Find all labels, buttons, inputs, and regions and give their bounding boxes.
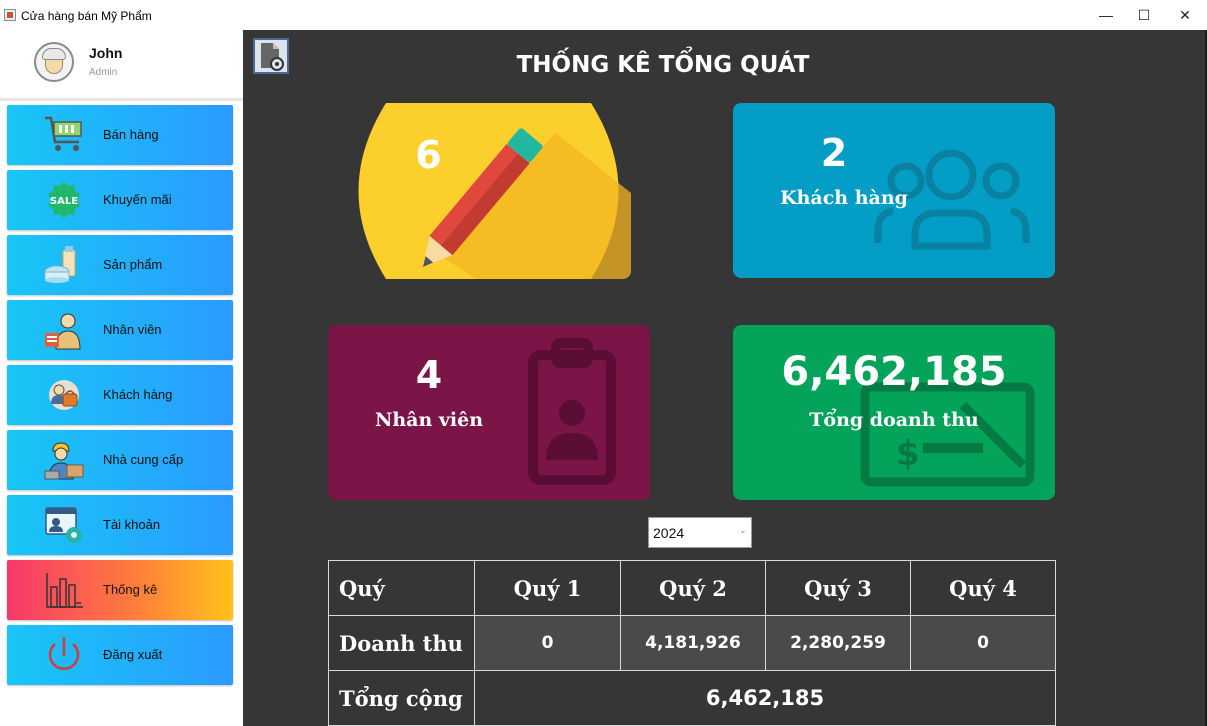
- svg-text:$: $: [896, 434, 920, 474]
- window-titlebar: Cửa hàng bán Mỹ Phẩm — ☐ ✕: [0, 0, 1207, 30]
- sidebar-item-san-pham[interactable]: Sản phẩm: [7, 235, 233, 295]
- table-row-label: Tổng cộng: [328, 670, 475, 726]
- account-settings-icon: [45, 507, 82, 543]
- sidebar-item-label: Khách hàng: [103, 387, 173, 402]
- sidebar-item-thong-ke[interactable]: Thống kê: [7, 560, 233, 620]
- maximize-button[interactable]: ☐: [1130, 4, 1158, 26]
- table-cell: 0: [474, 615, 621, 671]
- year-select-value: 2024: [653, 525, 685, 541]
- sidebar-item-label: Sản phẩm: [103, 257, 163, 272]
- table-row-label: Doanh thu: [328, 615, 475, 671]
- user-role: Admin: [89, 67, 118, 78]
- table-row: Tổng cộng 6,462,185: [328, 670, 1056, 726]
- sidebar-item-label: Nhà cung cấp: [103, 452, 184, 467]
- table-header-cell: Quý: [328, 560, 475, 616]
- table-header-row: Quý Quý 1 Quý 2 Quý 3 Quý 4: [328, 560, 1056, 616]
- table-cell: 4,181,926: [620, 615, 766, 671]
- employees-label: Nhân viên: [374, 409, 484, 431]
- chevron-down-icon: ⌄: [738, 525, 747, 536]
- table-header-cell: Quý 1: [474, 560, 621, 616]
- sidebar-item-nha-cung-cap[interactable]: Nhà cung cấp: [7, 430, 233, 490]
- customers-label: Khách hàng: [780, 187, 908, 209]
- card-orders: 6: [346, 103, 631, 279]
- avatar-hair-icon: [42, 48, 66, 60]
- card-customers: 2 Khách hàng: [733, 103, 1055, 278]
- page-title: THỐNG KÊ TỔNG QUÁT: [516, 52, 810, 78]
- sidebar-item-label: Khuyến mãi: [103, 192, 172, 207]
- card-employees: 4 Nhân viên: [328, 325, 650, 500]
- minimize-button[interactable]: —: [1092, 4, 1120, 26]
- sidebar-item-label: Tài khoản: [103, 517, 161, 532]
- avatar: [34, 42, 74, 82]
- table-cell: 2,280,259: [765, 615, 911, 671]
- sidebar-item-khuyen-mai[interactable]: SALE Khuyến mãi: [7, 170, 233, 230]
- sidebar: John Admin Bán hàng SALE Khuyến mãi Sản …: [0, 30, 243, 726]
- sidebar-item-nhan-vien[interactable]: Nhân viên: [7, 300, 233, 360]
- revenue-label: Tổng doanh thu: [809, 409, 979, 431]
- sidebar-item-dang-xuat[interactable]: Đăng xuất: [7, 625, 233, 685]
- pencil-icon: [358, 103, 631, 279]
- close-button[interactable]: ✕: [1171, 4, 1199, 26]
- sale-badge-icon: SALE: [48, 182, 80, 218]
- table-header-cell: Quý 3: [765, 560, 911, 616]
- quarterly-revenue-table: Quý Quý 1 Quý 2 Quý 3 Quý 4 Doanh thu 0 …: [328, 560, 1056, 726]
- sidebar-item-khach-hang[interactable]: Khách hàng: [7, 365, 233, 425]
- table-cell-total: 6,462,185: [474, 670, 1056, 726]
- java-app-icon: [4, 9, 16, 21]
- sidebar-item-label: Bán hàng: [103, 127, 159, 142]
- card-revenue: $ 6,462,185 Tổng doanh thu: [733, 325, 1055, 500]
- table-cell: 0: [910, 615, 1056, 671]
- power-icon: [48, 637, 80, 670]
- orders-count: 6: [415, 133, 442, 177]
- svg-text:SALE: SALE: [50, 196, 78, 207]
- employee-icon: [45, 313, 81, 350]
- customer-icon: [49, 380, 79, 410]
- user-name: John: [89, 45, 123, 61]
- cosmetics-icon: [44, 246, 76, 283]
- year-select[interactable]: 2024 ⌄: [648, 517, 752, 548]
- sidebar-item-label: Nhân viên: [103, 322, 162, 337]
- sidebar-item-label: Đăng xuất: [103, 647, 163, 662]
- table-row: Doanh thu 0 4,181,926 2,280,259 0: [328, 615, 1056, 671]
- shopping-cart-icon: [45, 116, 82, 151]
- sidebar-item-label: Thống kê: [103, 582, 158, 597]
- user-panel: John Admin: [0, 30, 243, 95]
- sidebar-item-ban-hang[interactable]: Bán hàng: [7, 105, 233, 165]
- bar-chart-icon: [46, 573, 83, 608]
- revenue-total: 6,462,185: [781, 349, 1007, 395]
- table-header-cell: Quý 4: [910, 560, 1056, 616]
- table-header-cell: Quý 2: [620, 560, 766, 616]
- statistics-panel: THỐNG KÊ TỔNG QUÁT 6 2 Khách hàng 4 Nhân…: [243, 30, 1207, 726]
- sidebar-item-tai-khoan[interactable]: Tài khoản: [7, 495, 233, 555]
- supplier-icon: [44, 442, 84, 480]
- employees-count: 4: [415, 353, 443, 397]
- sidebar-divider: [0, 98, 243, 101]
- window-title: Cửa hàng bán Mỹ Phẩm: [21, 9, 152, 23]
- customers-count: 2: [820, 131, 848, 175]
